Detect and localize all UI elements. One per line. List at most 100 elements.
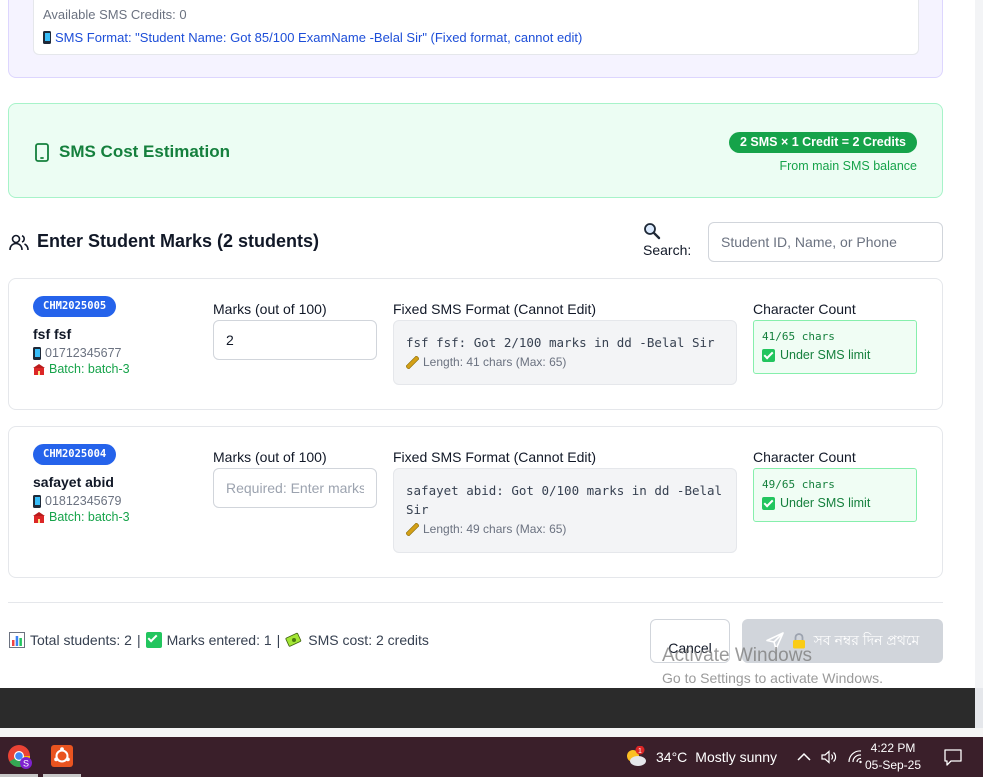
char-count-value: 49/65 chars xyxy=(762,478,835,491)
marks-entered: Marks entered: 1 xyxy=(166,632,272,648)
school-icon xyxy=(33,363,45,375)
cancel-button[interactable]: Cancel xyxy=(650,619,730,663)
notifications-button[interactable] xyxy=(935,737,971,777)
mobile-phone-icon xyxy=(43,31,51,44)
sms-preview-text: safayet abid: Got 0/100 marks in dd -Bel… xyxy=(406,483,723,517)
search-label: Search: xyxy=(643,242,692,258)
search-input[interactable] xyxy=(708,222,943,262)
marks-input[interactable] xyxy=(213,320,377,360)
summary-bar: Total students: 2 | Marks entered: 1 | S… xyxy=(9,632,429,648)
student-phone: 01812345679 xyxy=(33,494,121,508)
sms-info-panel: Available SMS Credits: 0 SMS Format: "St… xyxy=(8,0,943,78)
search-icon xyxy=(644,223,661,240)
student-id-badge: CHM2025005 xyxy=(33,296,117,317)
wifi-icon[interactable] xyxy=(847,750,863,764)
users-icon xyxy=(9,234,29,250)
weather-widget[interactable]: 1 34°C Mostly sunny xyxy=(624,737,777,777)
send-icon xyxy=(765,632,784,650)
char-count-box: 49/65 chars Under SMS limit xyxy=(753,468,917,522)
volume-icon[interactable] xyxy=(821,750,837,764)
student-phone-text: 01812345679 xyxy=(45,494,122,508)
check-icon xyxy=(762,348,775,362)
sms-cost-summary: SMS cost: 2 credits xyxy=(308,632,429,648)
student-phone: 01712345677 xyxy=(33,346,121,360)
school-icon xyxy=(33,511,45,523)
student-card: CHM2025005 fsf fsf 01712345677 Batch: ba… xyxy=(8,278,943,410)
send-sms-button[interactable]: সব নম্বর দিন প্রথমে xyxy=(742,619,943,663)
profile-letter: S xyxy=(23,758,29,768)
student-card: CHM2025004 safayet abid 01812345679 Batc… xyxy=(8,426,943,578)
ubuntu-icon xyxy=(51,744,73,767)
check-icon xyxy=(145,632,162,648)
window-bottom-strip xyxy=(0,688,975,728)
marks-label: Marks (out of 100) xyxy=(213,301,327,317)
marks-label: Marks (out of 100) xyxy=(213,449,327,465)
student-batch-text: Batch: batch-3 xyxy=(49,362,130,376)
student-name: safayet abid xyxy=(33,474,114,490)
ruler-icon xyxy=(406,355,419,369)
chrome-icon: S xyxy=(8,744,32,769)
taskbar-chrome[interactable]: S xyxy=(0,737,38,777)
money-icon xyxy=(285,632,302,647)
cost-badge: 2 SMS × 1 Credit = 2 Credits xyxy=(728,132,917,153)
student-batch-text: Batch: batch-3 xyxy=(49,510,130,524)
sms-format-note: SMS Format: "Student Name: Got 85/100 Ex… xyxy=(43,30,582,45)
ruler-icon xyxy=(406,522,419,536)
separator: | xyxy=(136,632,141,648)
smartphone-icon xyxy=(35,142,49,162)
app-window: Available SMS Credits: 0 SMS Format: "St… xyxy=(0,0,975,688)
char-count-label: Character Count xyxy=(753,301,856,317)
student-name: fsf fsf xyxy=(33,326,72,342)
student-batch: Batch: batch-3 xyxy=(33,510,130,524)
chevron-up-icon[interactable] xyxy=(797,752,811,762)
cost-title: SMS Cost Estimation xyxy=(35,142,230,162)
sms-length: Length: 41 chars (Max: 65) xyxy=(406,355,724,369)
weather-badge: 1 xyxy=(638,748,642,755)
char-count-box: 41/65 chars Under SMS limit xyxy=(753,320,917,374)
student-batch: Batch: batch-3 xyxy=(33,362,130,376)
student-id-badge: CHM2025004 xyxy=(33,444,117,465)
char-status: Under SMS limit xyxy=(762,348,908,362)
footer-divider xyxy=(8,602,943,603)
char-status-text: Under SMS limit xyxy=(780,348,871,362)
sms-length-text: Length: 49 chars (Max: 65) xyxy=(423,522,567,536)
bar-chart-icon xyxy=(9,632,25,648)
weather-condition: Mostly sunny xyxy=(695,749,777,765)
cost-title-text: SMS Cost Estimation xyxy=(59,142,230,161)
section-title-text: Enter Student Marks (2 students) xyxy=(37,231,320,251)
char-status: Under SMS limit xyxy=(762,496,908,510)
sms-format-label: Fixed SMS Format (Cannot Edit) xyxy=(393,449,597,465)
notification-icon xyxy=(944,748,962,766)
total-students: Total students: 2 xyxy=(30,632,132,648)
sms-length: Length: 49 chars (Max: 65) xyxy=(406,522,724,536)
sms-length-text: Length: 41 chars (Max: 65) xyxy=(423,355,567,369)
mobile-phone-icon xyxy=(33,494,41,508)
temperature: 34°C xyxy=(656,749,688,765)
clock-time: 4:22 PM xyxy=(870,741,916,755)
send-sms-button-label: সব নম্বর দিন প্রথমে xyxy=(813,632,920,648)
char-count-value: 41/65 chars xyxy=(762,330,835,343)
char-status-text: Under SMS limit xyxy=(780,496,871,510)
sms-cost-panel: SMS Cost Estimation 2 SMS × 1 Credit = 2… xyxy=(8,103,943,198)
student-phone-text: 01712345677 xyxy=(45,346,122,360)
cost-note: From main SMS balance xyxy=(779,159,917,173)
sms-format-label: Fixed SMS Format (Cannot Edit) xyxy=(393,301,597,317)
check-icon xyxy=(762,496,775,510)
available-credits: Available SMS Credits: 0 xyxy=(43,7,187,22)
sms-preview: fsf fsf: Got 2/100 marks in dd -Belal Si… xyxy=(393,320,737,385)
char-count-label: Character Count xyxy=(753,449,856,465)
sms-preview-text: fsf fsf: Got 2/100 marks in dd -Belal Si… xyxy=(406,335,715,350)
taskbar: S 1 34°C Mostly sunny 4:22 PM 05-Sep-25 xyxy=(0,737,983,777)
sms-preview: safayet abid: Got 0/100 marks in dd -Bel… xyxy=(393,468,737,553)
sms-info-box: Available SMS Credits: 0 SMS Format: "St… xyxy=(33,0,919,55)
marks-input[interactable] xyxy=(213,468,377,508)
lock-icon xyxy=(792,633,805,649)
taskbar-app-orange[interactable] xyxy=(43,737,81,777)
section-title: Enter Student Marks (2 students) xyxy=(9,231,319,252)
scrollbar-track[interactable] xyxy=(975,0,983,688)
window-bottom-strip-edge xyxy=(975,688,983,728)
separator: | xyxy=(276,632,281,648)
clock[interactable]: 4:22 PM 05-Sep-25 xyxy=(862,740,924,774)
search-label-block: Search: xyxy=(643,222,699,258)
mobile-phone-icon xyxy=(33,346,41,360)
